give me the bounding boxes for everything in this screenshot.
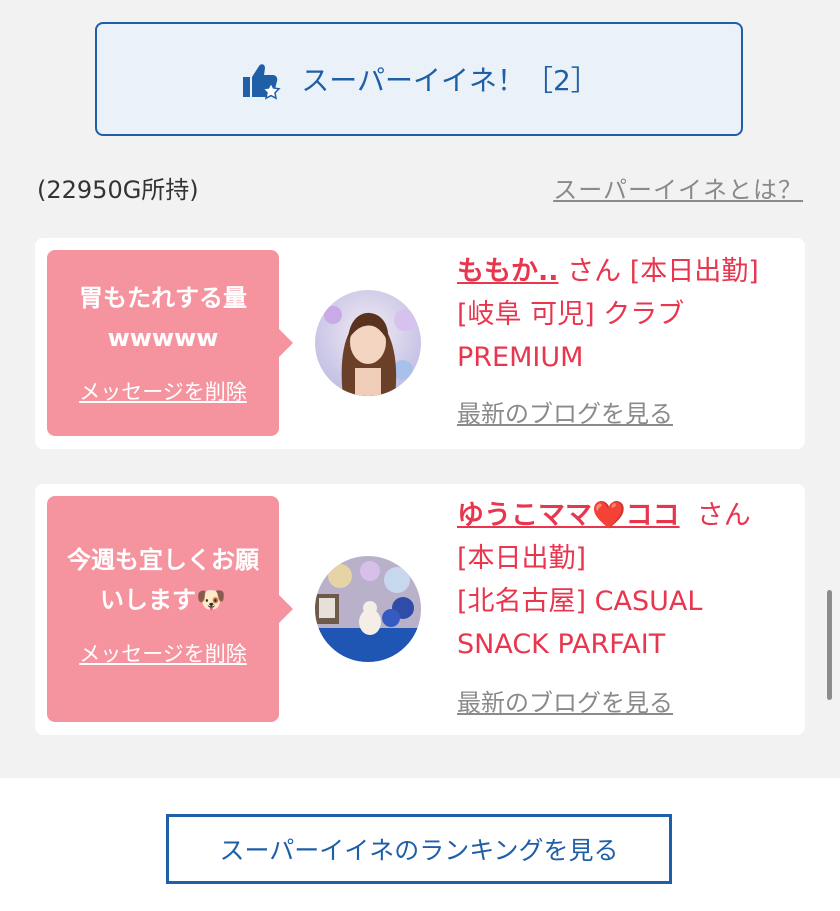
cast-info: ももか.. さん [本日出勤] [岐阜 可児] クラブ PREMIUM 最新のブ… [457, 250, 787, 436]
latest-blog-link[interactable]: 最新のブログを見る [457, 393, 673, 436]
message-bubble: 胃もたれする量 wwwww メッセージを削除 [47, 250, 293, 436]
thumbs-up-star-icon [243, 64, 281, 100]
avatar[interactable] [315, 556, 421, 662]
shop-name: SNACK PARFAIT [457, 629, 666, 660]
message-text: 今週も宜しくお願 いします🐶 [67, 546, 259, 614]
message-card: 胃もたれする量 wwwww メッセージを削除 ももか.. さん [本日出勤] [… [35, 238, 805, 449]
shop-area: [岐阜 可児] クラブ [457, 299, 685, 330]
message-card: 今週も宜しくお願 いします🐶 メッセージを削除 ゆうこママ❤️ココ さん [本日… [35, 484, 805, 735]
honorific: さん [567, 256, 622, 287]
work-status: [本日出勤] [457, 543, 587, 574]
message-bubble: 今週も宜しくお願 いします🐶 メッセージを削除 [47, 496, 293, 722]
cast-name-link[interactable]: ももか.. [457, 256, 559, 287]
honorific: さん [696, 500, 751, 531]
shop-name: PREMIUM [457, 342, 584, 373]
cast-info: ゆうこママ❤️ココ さん [本日出勤] [北名古屋] CASUAL SNACK … [457, 494, 787, 725]
message-text: 胃もたれする量 wwwww [79, 284, 247, 352]
work-status: [本日出勤] [629, 256, 759, 287]
scrollbar[interactable] [827, 590, 832, 700]
cast-name-link[interactable]: ゆうこママ❤️ココ [457, 500, 680, 531]
about-super-like-link[interactable]: スーパーイイネとは？ [553, 170, 803, 205]
delete-message-link[interactable]: メッセージを削除 [79, 376, 247, 406]
super-like-button[interactable]: スーパーイイネ！［2］ [95, 22, 743, 136]
shop-area: [北名古屋] CASUAL [457, 586, 703, 617]
ranking-button[interactable]: スーパーイイネのランキングを見る [166, 814, 672, 884]
super-like-label: スーパーイイネ！［2］ [301, 64, 599, 97]
delete-message-link[interactable]: メッセージを削除 [79, 638, 247, 668]
latest-blog-link[interactable]: 最新のブログを見る [457, 682, 673, 725]
avatar[interactable] [315, 290, 421, 396]
gold-balance: (22950G所持) [37, 176, 199, 204]
